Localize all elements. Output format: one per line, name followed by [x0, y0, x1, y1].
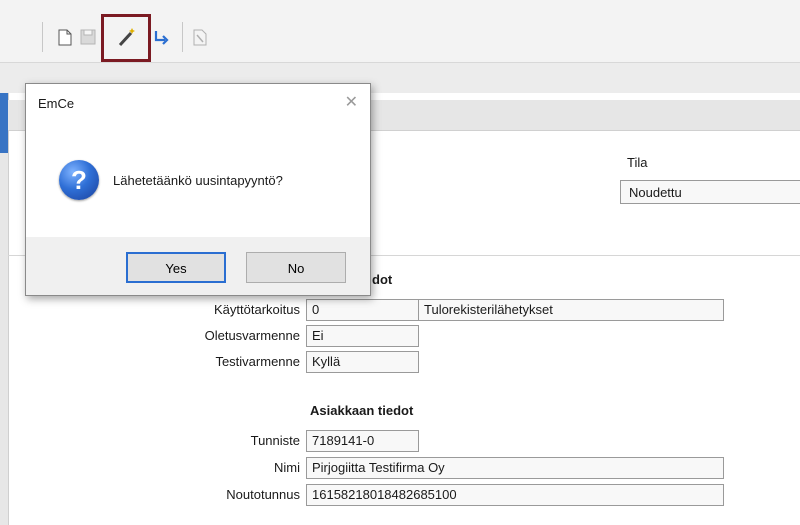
dialog-footer: Yes No [26, 237, 370, 295]
save-icon[interactable] [78, 26, 98, 48]
customer-name-label: Nimi [274, 460, 300, 475]
status-header: Tila [627, 155, 648, 170]
default-cert-field[interactable]: Ei [306, 325, 419, 347]
toolbar [0, 0, 800, 63]
pickup-code-field[interactable]: 16158218018482685100 [306, 484, 724, 506]
confirm-dialog: EmCe ✕ ? Lähetetäänkö uusintapyyntö? Yes… [25, 83, 371, 296]
toolbar-separator [42, 22, 43, 52]
pickup-code-label: Noutotunnus [226, 487, 300, 502]
dialog-message: Lähetetäänkö uusintapyyntö? [113, 173, 283, 188]
delete-icon[interactable] [190, 26, 210, 48]
usage-label: Käyttötarkoitus [214, 302, 300, 317]
resend-arrow-icon[interactable] [152, 26, 172, 48]
test-cert-field[interactable]: Kyllä [306, 351, 419, 373]
question-icon: ? [59, 160, 99, 200]
certificate-section-title: dot [372, 272, 393, 287]
yes-button[interactable]: Yes [126, 252, 226, 283]
customer-name-field[interactable]: Pirjogiitta Testifirma Oy [306, 457, 724, 479]
new-document-icon[interactable] [55, 26, 75, 48]
status-value: Noudettu [620, 180, 800, 204]
customer-id-field[interactable]: 7189141-0 [306, 430, 419, 452]
customer-section-title: Asiakkaan tiedot [310, 403, 414, 418]
left-panel-edge [0, 93, 9, 525]
usage-desc-field[interactable]: Tulorekisterilähetykset [418, 299, 724, 321]
test-cert-label: Testivarmenne [215, 354, 300, 369]
dialog-title: EmCe [38, 96, 75, 111]
usage-code-field[interactable]: 0 [306, 299, 419, 321]
toolbar-separator [182, 22, 183, 52]
default-cert-label: Oletusvarmenne [204, 328, 300, 343]
close-icon[interactable]: ✕ [345, 92, 358, 112]
left-panel-indicator [0, 93, 8, 153]
no-button[interactable]: No [246, 252, 346, 283]
toolbar-highlight-frame [101, 14, 151, 62]
customer-id-label: Tunniste [250, 433, 300, 448]
